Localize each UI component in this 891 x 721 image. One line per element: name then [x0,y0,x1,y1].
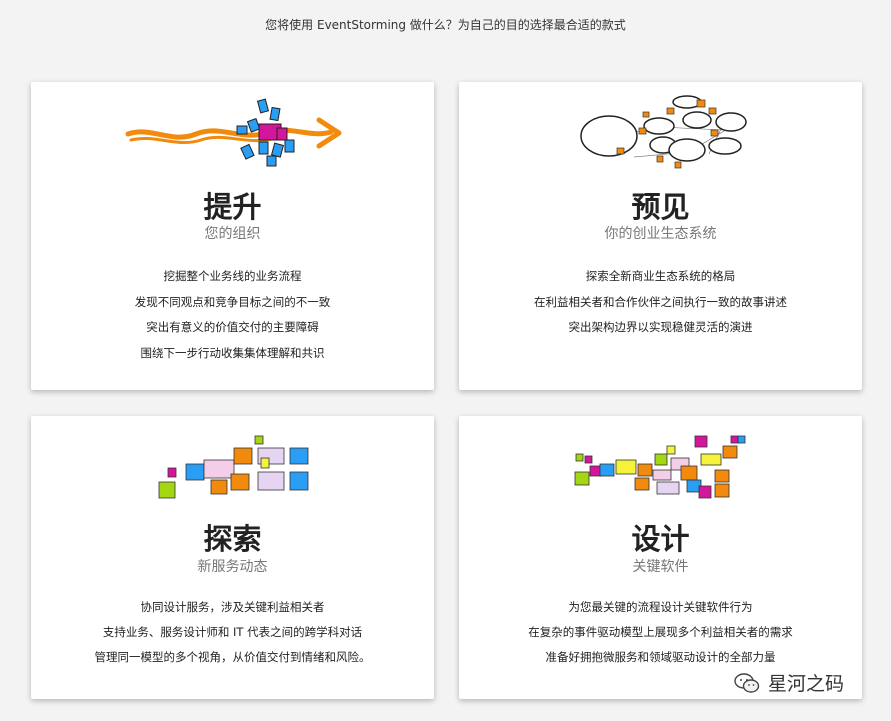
card-line: 支持业务、服务设计师和 IT 代表之间的跨学科对话 [102,625,363,639]
card-description: 挖掘整个业务线的业务流程 发现不同观点和竞争目标之间的不一致 突出有意义的价值交… [31,264,434,366]
card-title: 探索 [203,522,262,556]
sticky-notes-flow-icon [574,435,746,499]
card-line: 围绕下一步行动收集集体理解和共识 [140,345,325,360]
sticky-notes-cluster-icon [158,435,309,499]
card-subtitle: 关键软件 [632,559,689,575]
card-line: 发现不同观点和竞争目标之间的不一致 [134,294,331,309]
card-title: 提升 [203,190,262,224]
card-design[interactable]: 设计 关键软件 为您最关键的流程设计关键软件行为 在复杂的事件驱动模型上展现多个… [459,416,862,699]
card-improve[interactable]: 提升 您的组织 挖掘整个业务线的业务流程 发现不同观点和竞争目标之间的不一致 突… [31,82,434,390]
card-subtitle: 您的组织 [204,226,261,242]
card-line: 准备好拥抱微服务和领域驱动设计的全部力量 [545,650,776,664]
card-line: 协同设计服务，涉及关键利益相关者 [140,600,325,614]
arrow-with-sticky-notes-icon [125,98,342,167]
card-title: 预见 [631,190,690,224]
card-line: 突出有意义的价值交付的主要障碍 [146,320,319,334]
card-subtitle: 你的创业生态系统 [604,226,717,242]
card-foresee[interactable]: 预见 你的创业生态系统 探索全新商业生态系统的格局 在利益相关者和合作伙伴之间执… [459,82,862,390]
wechat-icon [734,672,760,693]
card-line: 探索全新商业生态系统的格局 [585,269,736,283]
card-description: 协同设计服务，涉及关键利益相关者 支持业务、服务设计师和 IT 代表之间的跨学科… [31,595,434,670]
watermark-text: 星河之码 [768,673,845,695]
card-line: 挖掘整个业务线的业务流程 [163,269,302,283]
card-line: 为您最关键的流程设计关键软件行为 [568,600,753,614]
card-line: 在复杂的事件驱动模型上展现多个利益相关者的需求 [528,625,793,639]
card-line: 管理同一模型的多个视角，从价值交付到情绪和风险。 [94,650,371,664]
card-explore[interactable]: 探索 新服务动态 协同设计服务，涉及关键利益相关者 支持业务、服务设计师和 IT… [31,416,434,699]
card-description: 探索全新商业生态系统的格局 在利益相关者和合作伙伴之间执行一致的故事讲述 突出架… [459,264,862,341]
page-prompt: 您将使用 EventStorming 做什么？为自己的目的选择最合适的款式 [265,18,626,32]
card-line: 突出架构边界以实现稳健灵活的演进 [568,320,753,334]
card-line: 在利益相关者和合作伙伴之间执行一致的故事讲述 [534,294,787,309]
card-subtitle: 新服务动态 [197,559,268,575]
watermark: 星河之码 [734,669,844,696]
card-description: 为您最关键的流程设计关键软件行为 在复杂的事件驱动模型上展现多个利益相关者的需求… [459,595,862,670]
ecosystem-bubbles-icon [580,95,747,169]
card-title: 设计 [631,522,690,556]
